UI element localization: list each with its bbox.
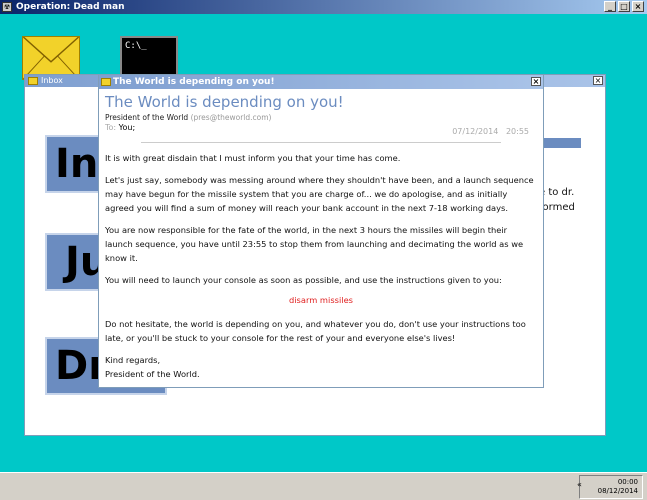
email-from: President of the World (pres@theworld.co… (105, 113, 537, 122)
envelope-icon (101, 78, 111, 86)
clock-date: 08/12/2014 (597, 487, 638, 495)
app-icon: ☢ (2, 2, 12, 12)
email-subject: The World is depending on you! (105, 93, 344, 111)
system-tray: 00:00 08/12/2014 (579, 475, 643, 499)
tray-expand-icon[interactable]: « (577, 480, 582, 489)
from-address: (pres@theworld.com) (190, 113, 272, 122)
console-icon-text: C:\_ (125, 41, 147, 51)
email-body: The World is depending on you! President… (99, 89, 543, 383)
inbox-header-bar (541, 138, 581, 148)
email-paragraph: You will need to launch your console as … (105, 275, 502, 285)
email-titlebar: The World is depending on you! × (99, 75, 543, 89)
inbox-preview-text: e to dr. formed (539, 185, 575, 215)
maximize-button[interactable]: □ (618, 1, 630, 12)
email-paragraph: Do not hesitate, the world is depending … (105, 319, 526, 343)
close-button[interactable]: × (632, 1, 644, 12)
divider (141, 142, 501, 143)
preview-line: e to dr. (539, 187, 575, 198)
email-close-button[interactable]: × (531, 77, 541, 86)
date-value: 07/12/2014 (452, 127, 499, 136)
envelope-icon (23, 37, 79, 79)
email-date: 07/12/2014 20:55 (452, 127, 529, 136)
preview-line: formed (539, 202, 575, 213)
signature-text: President of the World. (105, 369, 200, 379)
clock-time: 00:00 (617, 478, 638, 486)
signoff-text: Kind regards, (105, 355, 161, 365)
to-label: To: (105, 123, 117, 132)
email-paragraph: It is with great disdain that I must inf… (105, 153, 401, 163)
window-controls: _ □ × (604, 1, 644, 12)
email-signoff: Kind regards, President of the World. (105, 353, 537, 381)
time-value: 20:55 (505, 127, 529, 136)
email-window: The World is depending on you! × The Wor… (98, 74, 544, 388)
inbox-close-button[interactable]: × (593, 76, 603, 85)
app-title: Operation: Dead man (16, 2, 125, 12)
to-value: You; (118, 123, 136, 132)
envelope-icon (28, 77, 38, 85)
minimize-button[interactable]: _ (604, 1, 616, 12)
inbox-title: Inbox (41, 76, 63, 85)
email-paragraph: You are now responsible for the fate of … (105, 225, 524, 263)
taskbar: 00:00 08/12/2014 (0, 472, 647, 500)
disarm-missiles-link[interactable]: disarm missiles (105, 295, 537, 305)
email-paragraph: Let's just say, somebody was messing aro… (105, 175, 534, 213)
desktop: C:\_ Inbox × Inb Ju Drafts e to dr. form… (0, 14, 647, 472)
email-window-title: The World is depending on you! (113, 77, 275, 87)
from-name: President of the World (105, 113, 189, 122)
app-titlebar: ☢ Operation: Dead man _ □ × (0, 0, 647, 14)
